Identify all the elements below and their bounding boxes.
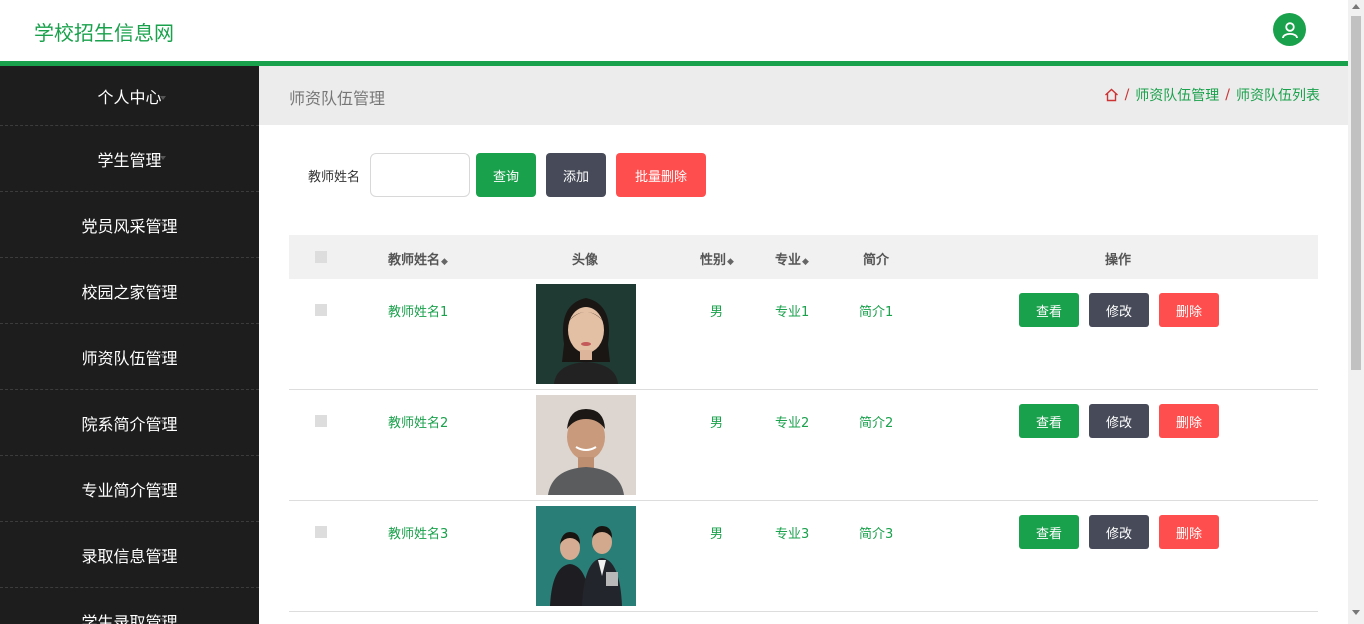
row-intro: 简介2 bbox=[859, 416, 894, 431]
sidebar-item-party-members[interactable]: 党员风采管理 bbox=[0, 192, 259, 258]
breadcrumb-separator: / bbox=[1124, 87, 1130, 103]
main-content: 师资队伍管理 / 师资队伍管理 / 师资队伍列表 教师姓名 查询 添加 批量删除… bbox=[259, 66, 1348, 624]
search-form: 教师姓名 查询 添加 批量删除 bbox=[308, 153, 716, 197]
scroll-down-arrow-icon[interactable] bbox=[1352, 610, 1360, 615]
top-bar: 学校招生信息网 bbox=[0, 0, 1348, 61]
edit-button[interactable]: 修改 bbox=[1089, 404, 1149, 438]
header-gender[interactable]: 性别◆ bbox=[700, 249, 734, 268]
sidebar-item-student-admission[interactable]: 学生录取管理 bbox=[0, 588, 259, 624]
chevron-down-icon bbox=[160, 420, 166, 424]
row-intro: 简介3 bbox=[859, 527, 894, 542]
sidebar-item-campus-home[interactable]: 校园之家管理 bbox=[0, 258, 259, 324]
select-all-checkbox[interactable] bbox=[315, 251, 327, 263]
delete-button[interactable]: 删除 bbox=[1159, 515, 1219, 549]
row-gender: 男 bbox=[710, 416, 724, 431]
header-gender-label: 性别 bbox=[700, 253, 727, 268]
header-photo: 头像 bbox=[572, 253, 599, 268]
chevron-down-icon bbox=[160, 354, 166, 358]
row-teacher-name: 教师姓名1 bbox=[388, 305, 449, 320]
edit-button[interactable]: 修改 bbox=[1089, 293, 1149, 327]
row-checkbox[interactable] bbox=[315, 526, 327, 538]
teacher-photo bbox=[536, 395, 636, 495]
query-button[interactable]: 查询 bbox=[476, 153, 537, 197]
sidebar-item-majors[interactable]: 专业简介管理 bbox=[0, 456, 259, 522]
sidebar-item-label: 个人中心 bbox=[97, 87, 162, 107]
chevron-down-icon bbox=[160, 288, 166, 292]
home-icon[interactable] bbox=[1104, 88, 1119, 102]
chevron-down-icon bbox=[160, 618, 166, 622]
delete-button[interactable]: 删除 bbox=[1159, 404, 1219, 438]
scroll-up-arrow-icon[interactable] bbox=[1352, 4, 1360, 9]
row-checkbox[interactable] bbox=[315, 415, 327, 427]
sort-icon[interactable]: ◆ bbox=[441, 257, 448, 267]
sidebar-item-departments[interactable]: 院系简介管理 bbox=[0, 390, 259, 456]
chevron-down-icon bbox=[160, 486, 166, 490]
header-actions: 操作 bbox=[1105, 253, 1132, 268]
sidebar-item-personal-center[interactable]: 个人中心 bbox=[0, 66, 259, 126]
row-teacher-name: 教师姓名2 bbox=[388, 416, 449, 431]
sidebar: 个人中心 学生管理 党员风采管理 校园之家管理 师资队伍管理 院系简介管理 专业… bbox=[0, 66, 259, 624]
header-major[interactable]: 专业◆ bbox=[775, 249, 809, 268]
user-icon bbox=[1281, 21, 1298, 38]
sort-icon[interactable]: ◆ bbox=[802, 257, 809, 267]
header-intro: 简介 bbox=[863, 253, 890, 268]
chevron-down-icon bbox=[160, 156, 166, 160]
breadcrumb-level1[interactable]: 师资队伍管理 bbox=[1135, 85, 1219, 105]
sidebar-item-admission-info[interactable]: 录取信息管理 bbox=[0, 522, 259, 588]
header-major-label: 专业 bbox=[775, 253, 802, 268]
page-title: 师资队伍管理 bbox=[289, 89, 386, 108]
row-major: 专业2 bbox=[775, 416, 810, 431]
delete-button[interactable]: 删除 bbox=[1159, 293, 1219, 327]
chevron-down-icon bbox=[160, 552, 166, 556]
sidebar-item-label: 学生管理 bbox=[97, 150, 162, 170]
teacher-photo bbox=[536, 284, 636, 384]
user-avatar[interactable] bbox=[1273, 13, 1306, 46]
row-intro: 简介1 bbox=[859, 305, 894, 320]
chevron-down-icon bbox=[160, 222, 166, 226]
sidebar-item-students[interactable]: 学生管理 bbox=[0, 126, 259, 192]
view-button[interactable]: 查看 bbox=[1019, 293, 1079, 327]
table-header: 教师姓名◆ 头像 性别◆ 专业◆ 简介 操作 bbox=[289, 235, 1318, 279]
row-gender: 男 bbox=[710, 305, 724, 320]
view-button[interactable]: 查看 bbox=[1019, 404, 1079, 438]
row-teacher-name: 教师姓名3 bbox=[388, 527, 449, 542]
chevron-down-icon bbox=[160, 96, 166, 100]
table-row: 教师姓名3 男 专业3 简介3 查看 修改 删除 bbox=[289, 501, 1318, 612]
table-row: 教师姓名2 男 专业2 简介2 查看 修改 删除 bbox=[289, 390, 1318, 501]
sort-icon[interactable]: ◆ bbox=[727, 257, 734, 267]
breadcrumb: / 师资队伍管理 / 师资队伍列表 bbox=[1104, 85, 1320, 105]
scroll-thumb[interactable] bbox=[1351, 16, 1361, 370]
add-button[interactable]: 添加 bbox=[546, 153, 607, 197]
batch-delete-button[interactable]: 批量删除 bbox=[616, 153, 707, 197]
row-major: 专业1 bbox=[775, 305, 810, 320]
sidebar-item-faculty[interactable]: 师资队伍管理 bbox=[0, 324, 259, 390]
row-major: 专业3 bbox=[775, 527, 810, 542]
view-button[interactable]: 查看 bbox=[1019, 515, 1079, 549]
header-name[interactable]: 教师姓名◆ bbox=[388, 249, 448, 268]
breadcrumb-separator: / bbox=[1225, 87, 1230, 103]
faculty-table: 教师姓名◆ 头像 性别◆ 专业◆ 简介 操作 教师姓名1 男 专业1 简介1 查 bbox=[289, 235, 1318, 612]
page-scrollbar[interactable] bbox=[1348, 0, 1364, 624]
edit-button[interactable]: 修改 bbox=[1089, 515, 1149, 549]
breadcrumb-level2[interactable]: 师资队伍列表 bbox=[1236, 85, 1320, 105]
site-title[interactable]: 学校招生信息网 bbox=[34, 17, 174, 46]
search-label: 教师姓名 bbox=[308, 169, 361, 185]
table-row: 教师姓名1 男 专业1 简介1 查看 修改 删除 bbox=[289, 279, 1318, 390]
teacher-name-input[interactable] bbox=[370, 153, 471, 197]
header-name-label: 教师姓名 bbox=[388, 253, 441, 268]
teacher-photo bbox=[536, 506, 636, 606]
row-gender: 男 bbox=[710, 527, 724, 542]
row-checkbox[interactable] bbox=[315, 304, 327, 316]
breadcrumb-bar: 师资队伍管理 / 师资队伍管理 / 师资队伍列表 bbox=[259, 66, 1348, 125]
